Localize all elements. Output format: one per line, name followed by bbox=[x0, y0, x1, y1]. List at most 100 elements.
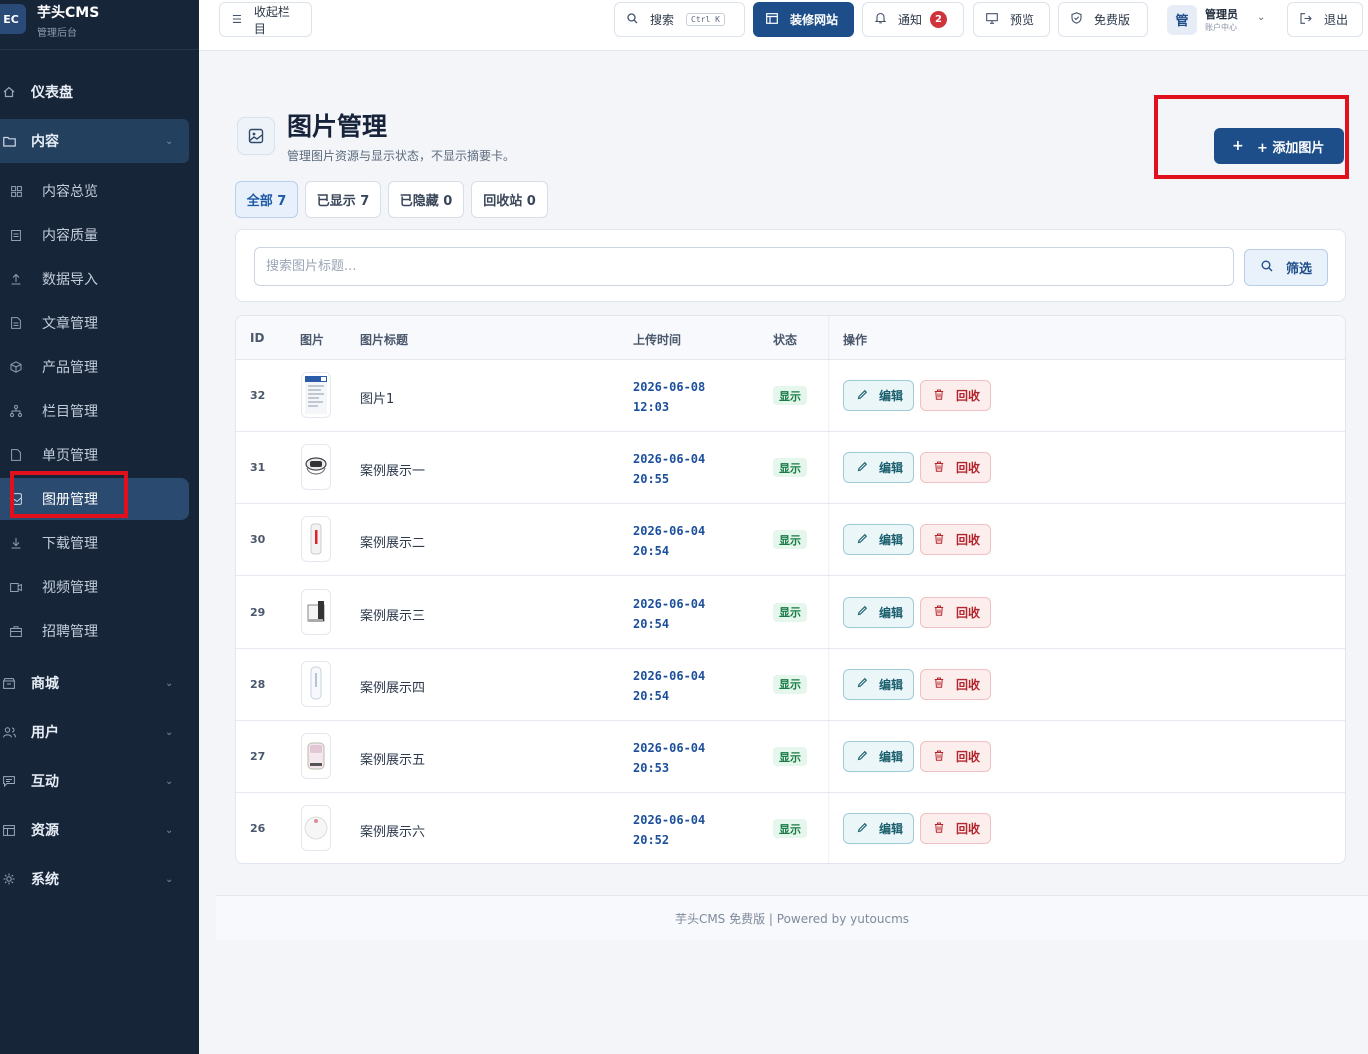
edit-label: 编辑 bbox=[879, 822, 904, 837]
sidebar-item-1[interactable]: 内容总览 bbox=[0, 172, 189, 210]
edit-button[interactable]: 编辑 bbox=[843, 380, 914, 411]
filter-button[interactable]: 筛选 bbox=[1244, 249, 1328, 286]
sidebar-item-2[interactable]: 内容质量 bbox=[0, 216, 189, 254]
edit-button[interactable]: 编辑 bbox=[843, 596, 914, 628]
edit-label: 编辑 bbox=[879, 605, 904, 620]
sidebar-item-11[interactable]: 招聘管理 bbox=[0, 612, 189, 650]
image-thumbnail[interactable] bbox=[301, 733, 331, 779]
logout-button[interactable]: 退出 bbox=[1287, 2, 1363, 37]
user-menu[interactable]: 管 管理员 账户中心 ⌄ bbox=[1167, 2, 1275, 37]
sidebar: EC 芋头CMS 管理后台 仪表盘 内容 ⌄ 内容总览 内容质量 数据导入 文章管理产… bbox=[0, 0, 199, 1054]
tree-icon bbox=[10, 405, 22, 417]
sidebar-group-interaction[interactable]: 互动 ⌄ bbox=[0, 761, 189, 801]
add-image-button[interactable]: + + 添加图片 bbox=[1214, 128, 1344, 164]
image-thumbnail[interactable] bbox=[301, 660, 331, 707]
column-header-id: ID bbox=[250, 331, 265, 345]
pencil-icon bbox=[857, 605, 868, 619]
sidebar-item-6[interactable]: 栏目管理 bbox=[0, 392, 189, 430]
sidebar-group-shop[interactable]: 商城 ⌄ bbox=[0, 663, 189, 703]
edit-button[interactable]: 编辑 bbox=[843, 452, 914, 484]
tab-recycle-bin[interactable]: 回收站 0 bbox=[471, 181, 548, 218]
monitor-icon bbox=[986, 12, 998, 27]
recycle-button[interactable]: 回收 bbox=[920, 668, 991, 700]
trash-icon bbox=[934, 750, 944, 764]
add-image-label: + 添加图片 bbox=[1257, 140, 1325, 156]
cell-title: 案例展示二 bbox=[360, 536, 426, 552]
notification-count-badge: 2 bbox=[930, 11, 948, 28]
recycle-button[interactable]: 回收 bbox=[920, 452, 991, 484]
sidebar-item-label: 单页管理 bbox=[42, 448, 98, 464]
column-header-actions: 操作 bbox=[843, 333, 868, 347]
page-title: 图片管理 bbox=[287, 112, 388, 141]
logout-label: 退出 bbox=[1324, 13, 1349, 27]
topbar: ☰ 收起栏目 搜索 Ctrl K 装修网站 通知 2 预览 免费版 管 管理员 bbox=[199, 0, 1368, 51]
chevron-down-icon: ⌄ bbox=[1257, 12, 1266, 23]
document-icon bbox=[10, 317, 22, 329]
search-input[interactable] bbox=[254, 247, 1234, 286]
sidebar-item-4[interactable]: 文章管理 bbox=[0, 304, 189, 342]
video-icon bbox=[10, 581, 22, 593]
image-thumbnail[interactable] bbox=[301, 444, 331, 491]
collapse-label: 收起栏目 bbox=[253, 4, 290, 36]
sidebar-group-resources[interactable]: 资源 ⌄ bbox=[0, 810, 189, 850]
recycle-label: 回收 bbox=[956, 533, 981, 548]
collapse-sidebar-button[interactable]: ☰ 收起栏目 bbox=[219, 2, 312, 37]
image-thumbnail[interactable] bbox=[301, 588, 331, 635]
cell-title: 案例展示五 bbox=[360, 753, 426, 768]
image-thumbnail[interactable] bbox=[301, 516, 331, 563]
edit-button[interactable]: 编辑 bbox=[843, 524, 914, 556]
status-badge: 显示 bbox=[773, 674, 807, 694]
trash-icon bbox=[934, 461, 944, 475]
home-icon bbox=[2, 85, 16, 99]
sidebar-item-5[interactable]: 产品管理 bbox=[0, 348, 189, 386]
image-thumbnail[interactable] bbox=[301, 372, 331, 418]
sidebar-item-9[interactable]: 下载管理 bbox=[0, 524, 189, 562]
table-row: 28 案例展示四 2026-06-04 20:54 显示 编辑 回收 bbox=[236, 649, 1345, 721]
sidebar-item-10[interactable]: 视频管理 bbox=[0, 568, 189, 606]
recycle-label: 回收 bbox=[956, 605, 981, 620]
recycle-button[interactable]: 回收 bbox=[920, 524, 991, 556]
shop-icon bbox=[2, 676, 16, 690]
sidebar-group-label: 用户 bbox=[31, 725, 59, 741]
resources-icon bbox=[2, 823, 16, 837]
recycle-button[interactable]: 回收 bbox=[920, 741, 991, 772]
notification-button[interactable]: 通知 2 bbox=[862, 2, 964, 37]
table-header: ID 图片 图片标题 上传时间 状态 操作 bbox=[236, 316, 1345, 360]
tab-shown[interactable]: 已显示 7 bbox=[305, 181, 381, 218]
cell-upload-time: 2026-06-04 20:55 bbox=[633, 449, 743, 489]
edit-button[interactable]: 编辑 bbox=[843, 813, 914, 845]
sidebar-group-system[interactable]: 系统 ⌄ bbox=[0, 859, 189, 899]
sidebar-item-8[interactable]: 图册管理 bbox=[0, 478, 189, 520]
recycle-button[interactable]: 回收 bbox=[920, 813, 991, 845]
edit-button[interactable]: 编辑 bbox=[843, 741, 914, 772]
image-thumbnail[interactable] bbox=[301, 805, 331, 852]
sidebar-group-content[interactable]: 内容 ⌄ bbox=[0, 119, 189, 163]
sidebar-item-3[interactable]: 数据导入 bbox=[0, 260, 189, 298]
decorate-site-button[interactable]: 装修网站 bbox=[753, 2, 854, 37]
sidebar-group-users[interactable]: 用户 ⌄ bbox=[0, 712, 189, 752]
tab-hidden[interactable]: 已隐藏 0 bbox=[388, 181, 464, 218]
pencil-icon bbox=[857, 750, 868, 764]
cell-upload-time: 2026-06-04 20:54 bbox=[633, 666, 743, 706]
sidebar-group-label: 资源 bbox=[31, 823, 59, 839]
preview-button[interactable]: 预览 bbox=[973, 2, 1050, 37]
search-button[interactable]: 搜索 Ctrl K bbox=[614, 2, 745, 37]
brand-name: 芋头CMS bbox=[37, 5, 100, 21]
folder-icon bbox=[2, 134, 16, 148]
edition-button[interactable]: 免费版 bbox=[1058, 2, 1148, 37]
pencil-icon bbox=[857, 389, 868, 403]
cell-id: 31 bbox=[250, 461, 266, 475]
shortcut-hint: Ctrl K bbox=[686, 13, 725, 26]
cell-id: 32 bbox=[250, 389, 266, 402]
recycle-button[interactable]: 回收 bbox=[920, 596, 991, 628]
recycle-button[interactable]: 回收 bbox=[920, 380, 991, 411]
sidebar-item-dashboard[interactable]: 仪表盘 bbox=[0, 72, 189, 112]
page-icon bbox=[10, 449, 22, 461]
upload-clock: 20:52 bbox=[633, 833, 670, 848]
tab-all[interactable]: 全部 7 bbox=[235, 181, 298, 218]
cell-upload-time: 2026-06-04 20:54 bbox=[633, 521, 743, 561]
search-label: 搜索 bbox=[650, 13, 675, 27]
edit-button[interactable]: 编辑 bbox=[843, 668, 914, 700]
sidebar-group-label: 互动 bbox=[31, 774, 59, 790]
sidebar-item-7[interactable]: 单页管理 bbox=[0, 436, 189, 474]
